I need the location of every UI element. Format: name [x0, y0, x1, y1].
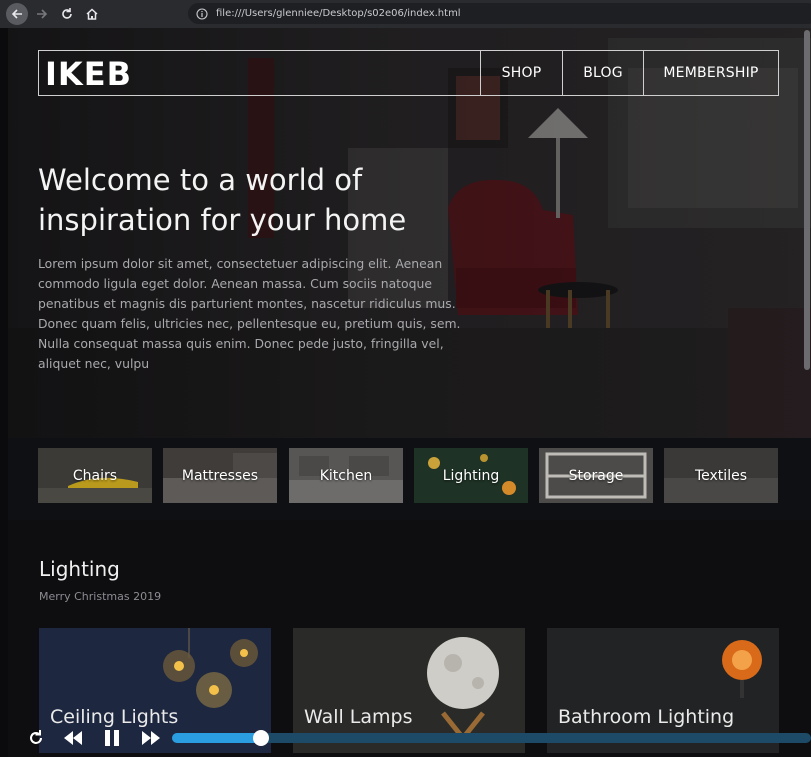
fast-forward-button[interactable]: [140, 727, 162, 749]
ikeb-logo: IKEB: [45, 58, 132, 88]
section-title: Lighting: [39, 557, 120, 581]
home-button[interactable]: [81, 3, 103, 25]
pause-icon: [105, 730, 119, 746]
nav-shop[interactable]: SHOP: [480, 51, 562, 95]
category-label: Mattresses: [181, 467, 259, 484]
back-button[interactable]: [6, 3, 28, 25]
nav-membership[interactable]: MEMBERSHIP: [643, 51, 778, 95]
category-label: Kitchen: [319, 467, 373, 484]
progress-track[interactable]: [172, 730, 811, 746]
card-label: Wall Lamps: [304, 706, 413, 728]
progress-fill: [172, 733, 261, 743]
card-label: Bathroom Lighting: [558, 706, 735, 728]
browser-toolbar: file:///Users/glenniee/Desktop/s02e06/in…: [0, 0, 811, 28]
forward-button[interactable]: [31, 3, 53, 25]
page-scrollbar[interactable]: [804, 30, 810, 370]
category-kitchen[interactable]: Kitchen: [289, 448, 403, 503]
rewind-icon: [64, 731, 82, 745]
replay-button[interactable]: [25, 727, 47, 749]
rewind-button[interactable]: [62, 727, 84, 749]
section-subtitle: Merry Christmas 2019: [39, 590, 162, 603]
category-mattresses[interactable]: Mattresses: [163, 448, 277, 503]
category-label: Textiles: [694, 467, 747, 484]
address-bar[interactable]: file:///Users/glenniee/Desktop/s02e06/in…: [188, 3, 811, 24]
hero-title: Welcome to a world of inspiration for yo…: [38, 163, 407, 237]
reload-icon: [62, 8, 72, 19]
category-chairs[interactable]: Chairs: [38, 448, 152, 503]
category-label: Storage: [568, 467, 624, 484]
lighting-section: Lighting Merry Christmas 2019 Ceiling Li…: [8, 520, 811, 757]
arrow-left-icon: [11, 9, 22, 19]
url-text: file:///Users/glenniee/Desktop/s02e06/in…: [216, 8, 461, 19]
category-label: Chairs: [72, 467, 118, 484]
nav-blog[interactable]: BLOG: [562, 51, 643, 95]
category-storage[interactable]: Storage: [539, 448, 653, 503]
site-header: IKEB SHOP BLOG MEMBERSHIP: [38, 50, 779, 96]
home-icon: [86, 8, 98, 20]
pause-button[interactable]: [101, 727, 123, 749]
fast-forward-icon: [142, 731, 160, 745]
arrow-right-icon: [37, 9, 48, 19]
category-label: Lighting: [442, 467, 500, 484]
logo-text: IKEB: [45, 58, 132, 88]
progress-knob[interactable]: [253, 730, 269, 746]
replay-icon: [30, 730, 42, 744]
hero-body: Lorem ipsum dolor sit amet, consectetuer…: [38, 256, 461, 371]
info-icon: [196, 7, 208, 20]
reload-button[interactable]: [56, 3, 78, 25]
category-lighting[interactable]: Lighting: [414, 448, 528, 503]
site-logo[interactable]: IKEB: [39, 51, 480, 95]
category-textiles[interactable]: Textiles: [664, 448, 778, 503]
category-strip: Chairs Mattresses Kitchen Lighting Stora…: [8, 438, 811, 520]
card-label: Ceiling Lights: [50, 706, 179, 728]
